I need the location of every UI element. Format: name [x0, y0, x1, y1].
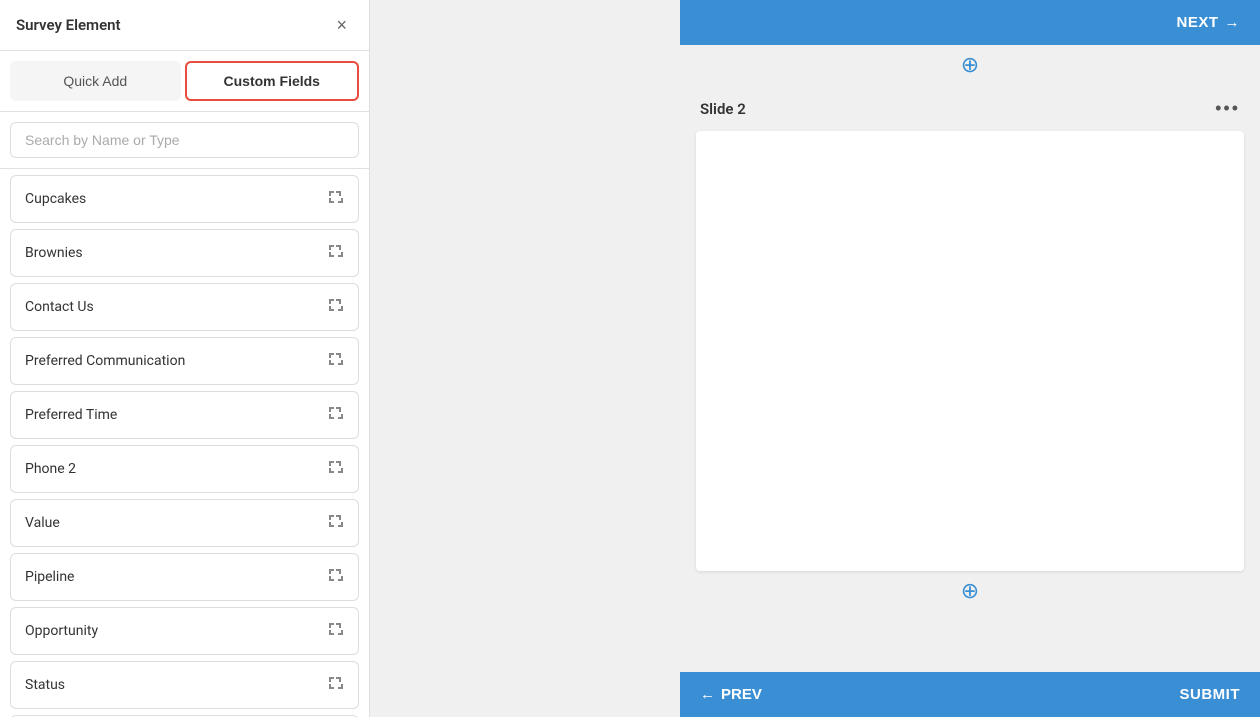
next-arrow-icon: →: [1225, 14, 1241, 31]
tab-bar: Quick Add Custom Fields: [0, 51, 369, 112]
plus-circle-icon-bottom: ⊕: [961, 579, 979, 604]
field-item-preferred-time[interactable]: Preferred Time: [10, 391, 359, 439]
field-name-brownies: Brownies: [25, 245, 83, 261]
left-panel: Survey Element × Quick Add Custom Fields…: [0, 0, 370, 717]
slide-header: Slide 2 •••: [680, 86, 1260, 131]
panel-title: Survey Element: [16, 16, 121, 34]
expand-icon-preferred-communication: [326, 350, 344, 372]
slide-canvas: [696, 131, 1244, 571]
right-panel: NEXT → ⊕ Slide 2 ••• ⊕ ← PREV SUBMIT: [680, 0, 1260, 717]
nav-bar-bottom: ← PREV SUBMIT: [680, 672, 1260, 717]
search-input[interactable]: [10, 122, 359, 158]
expand-icon-cupcakes: [326, 188, 344, 210]
tab-custom-fields[interactable]: Custom Fields: [185, 61, 360, 101]
plus-circle-icon: ⊕: [961, 53, 979, 78]
close-button[interactable]: ×: [330, 14, 353, 36]
field-name-preferred-time: Preferred Time: [25, 407, 117, 423]
field-item-brownies[interactable]: Brownies: [10, 229, 359, 277]
slide-title: Slide 2: [700, 100, 746, 118]
prev-label: PREV: [721, 686, 762, 703]
next-label: NEXT: [1176, 14, 1218, 31]
expand-icon-brownies: [326, 242, 344, 264]
field-list: Cupcakes Brownies Contact Us Preferred C…: [0, 169, 369, 717]
nav-bar-top: NEXT →: [680, 0, 1260, 45]
expand-icon-status: [326, 674, 344, 696]
add-slide-below-button[interactable]: ⊕: [680, 571, 1260, 612]
expand-icon-opportunity: [326, 620, 344, 642]
field-item-preferred-communication[interactable]: Preferred Communication: [10, 337, 359, 385]
field-item-cupcakes[interactable]: Cupcakes: [10, 175, 359, 223]
field-item-opportunity[interactable]: Opportunity: [10, 607, 359, 655]
expand-icon-pipeline: [326, 566, 344, 588]
field-name-phone-2: Phone 2: [25, 461, 76, 477]
field-name-contact-us: Contact Us: [25, 299, 94, 315]
expand-icon-preferred-time: [326, 404, 344, 426]
prev-arrow-icon: ←: [700, 686, 715, 703]
field-name-pipeline: Pipeline: [25, 569, 75, 585]
add-slide-above-button[interactable]: ⊕: [680, 45, 1260, 86]
submit-button[interactable]: SUBMIT: [1180, 686, 1241, 703]
search-container: [0, 112, 369, 169]
field-item-contact-us[interactable]: Contact Us: [10, 283, 359, 331]
field-item-status[interactable]: Status: [10, 661, 359, 709]
panel-header: Survey Element ×: [0, 0, 369, 51]
field-name-status: Status: [25, 677, 65, 693]
field-name-preferred-communication: Preferred Communication: [25, 353, 185, 369]
expand-icon-value: [326, 512, 344, 534]
expand-icon-contact-us: [326, 296, 344, 318]
next-button[interactable]: NEXT →: [1176, 14, 1240, 31]
field-name-opportunity: Opportunity: [25, 623, 98, 639]
tab-quick-add[interactable]: Quick Add: [10, 61, 181, 101]
field-item-pipeline[interactable]: Pipeline: [10, 553, 359, 601]
prev-button[interactable]: ← PREV: [700, 686, 762, 703]
field-item-phone-2[interactable]: Phone 2: [10, 445, 359, 493]
field-name-value: Value: [25, 515, 60, 531]
field-item-value[interactable]: Value: [10, 499, 359, 547]
slide-block: Slide 2 •••: [680, 86, 1260, 571]
slide-menu-button[interactable]: •••: [1215, 98, 1240, 119]
center-gap: [370, 0, 680, 717]
field-name-cupcakes: Cupcakes: [25, 191, 86, 207]
expand-icon-phone-2: [326, 458, 344, 480]
